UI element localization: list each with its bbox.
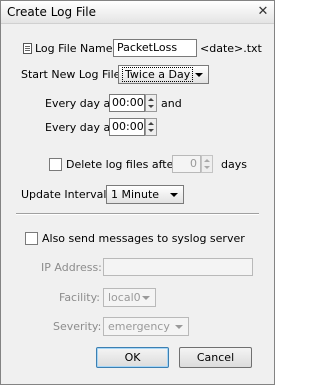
start-new-log-label: Start New Log File: <box>21 68 125 81</box>
facility-label: Facility: <box>59 291 101 304</box>
chevron-down-icon <box>175 325 183 329</box>
spinner-up-icon[interactable] <box>148 122 154 125</box>
start-new-log-value: Twice a Day <box>121 67 194 82</box>
log-file-suffix: <date>.txt <box>200 42 262 55</box>
schedule-2-spinner[interactable] <box>145 118 157 136</box>
ok-button[interactable]: OK <box>96 347 169 368</box>
close-icon[interactable]: ✕ <box>256 5 270 19</box>
spinner-down-icon[interactable] <box>148 129 154 132</box>
chevron-down-icon <box>170 193 178 197</box>
document-icon <box>23 43 32 54</box>
update-interval-select[interactable]: 1 Minute <box>106 185 184 204</box>
schedule-1-spinner[interactable] <box>145 94 157 112</box>
update-interval-value: 1 Minute <box>111 188 160 201</box>
syslog-checkbox-label: Also send messages to syslog server <box>42 232 245 245</box>
chevron-down-icon <box>195 73 203 77</box>
spinner-down-icon[interactable] <box>204 166 210 169</box>
chevron-down-icon <box>142 296 150 300</box>
start-new-log-select[interactable]: Twice a Day <box>118 65 209 84</box>
schedule-2-prefix: Every day at <box>45 121 115 134</box>
facility-select[interactable]: local0 <box>103 288 156 307</box>
delete-days-value: 0 <box>190 157 197 170</box>
ip-address-input[interactable] <box>103 258 253 276</box>
ip-address-label: IP Address: <box>41 261 102 274</box>
log-file-name-label: Log File Name: <box>35 42 117 55</box>
spinner-down-icon[interactable] <box>148 105 154 108</box>
log-file-name-value: PacketLoss <box>117 41 178 54</box>
log-file-name-input[interactable]: PacketLoss <box>113 39 197 57</box>
delete-logs-label: Delete log files after <box>66 158 178 171</box>
severity-label: Severity: <box>53 320 102 333</box>
delete-days-input[interactable]: 0 <box>172 155 201 173</box>
severity-select[interactable]: emergency <box>103 317 189 336</box>
schedule-1-time: 00:00 <box>112 96 144 109</box>
schedule-1-prefix: Every day at <box>45 97 115 110</box>
schedule-2-time: 00:00 <box>112 120 144 133</box>
divider <box>16 213 259 215</box>
title-bar: Create Log File ✕ <box>1 1 274 24</box>
syslog-checkbox[interactable] <box>25 232 38 245</box>
create-log-file-dialog: Create Log File ✕ Log File Name: PacketL… <box>0 0 275 385</box>
cancel-button[interactable]: Cancel <box>179 347 252 368</box>
schedule-1-time-input[interactable]: 00:00 <box>109 94 145 112</box>
schedule-1-suffix: and <box>161 97 182 110</box>
delete-logs-checkbox[interactable] <box>49 158 62 171</box>
spinner-up-icon[interactable] <box>204 159 210 162</box>
schedule-2-time-input[interactable]: 00:00 <box>109 118 145 136</box>
delete-days-unit: days <box>221 158 247 171</box>
window-title: Create Log File <box>7 5 97 19</box>
spinner-up-icon[interactable] <box>148 98 154 101</box>
update-interval-label: Update Interval: <box>21 188 111 201</box>
delete-days-spinner[interactable] <box>201 155 213 173</box>
severity-value: emergency <box>108 320 170 333</box>
facility-value: local0 <box>108 291 141 304</box>
